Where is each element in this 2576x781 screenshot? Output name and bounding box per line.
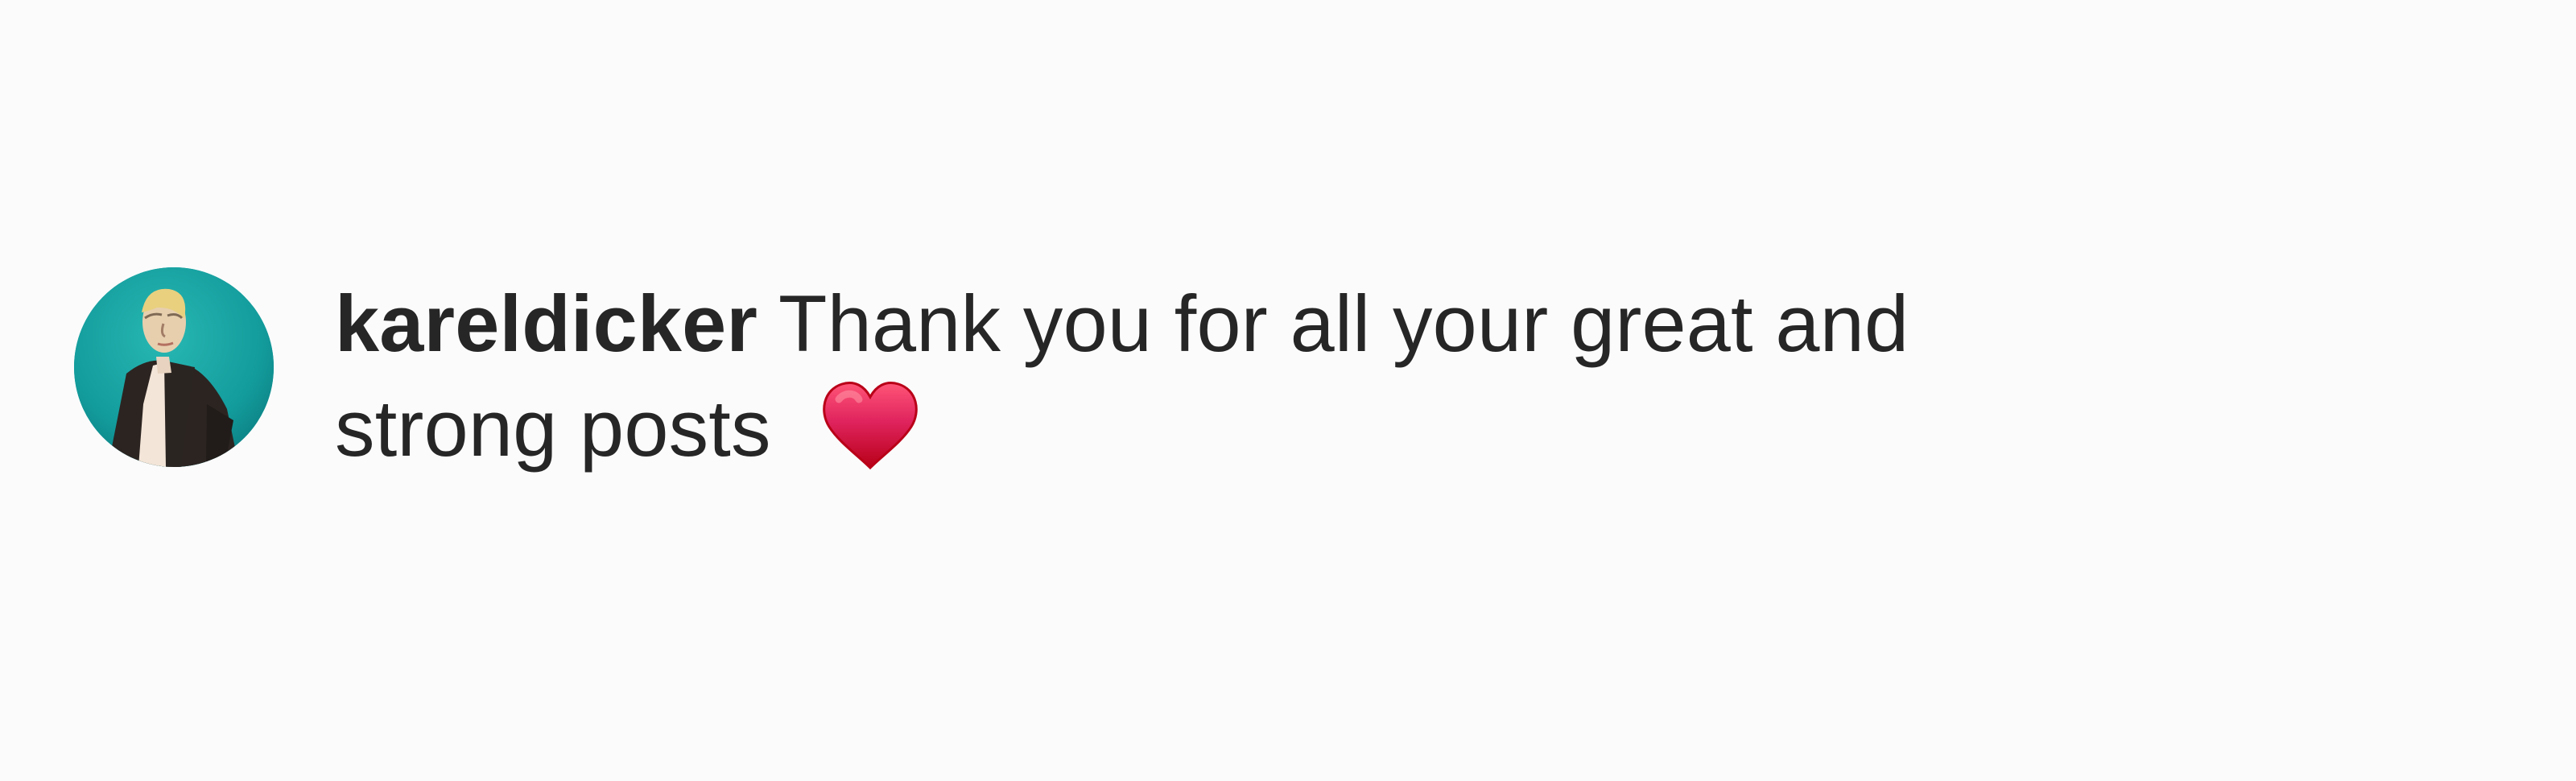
comment-text-line-1: Thank you for all your great and (778, 279, 1909, 368)
red-heart-icon (817, 372, 923, 478)
comment-line-1: kareldicker Thank you for all your great… (335, 275, 2267, 372)
comment-screen: kareldicker Thank you for all your great… (0, 0, 2576, 781)
profile-avatar-icon[interactable] (74, 267, 274, 467)
comment-line-2: strong posts (335, 372, 2267, 478)
comment-text-line-2: strong posts (335, 383, 771, 473)
heart-icon (823, 382, 919, 470)
username-link[interactable]: kareldicker (335, 279, 758, 368)
comment-text-block: kareldicker Thank you for all your great… (335, 275, 2267, 478)
comment-row: kareldicker Thank you for all your great… (74, 267, 2248, 473)
avatar-portrait-icon (74, 267, 274, 467)
